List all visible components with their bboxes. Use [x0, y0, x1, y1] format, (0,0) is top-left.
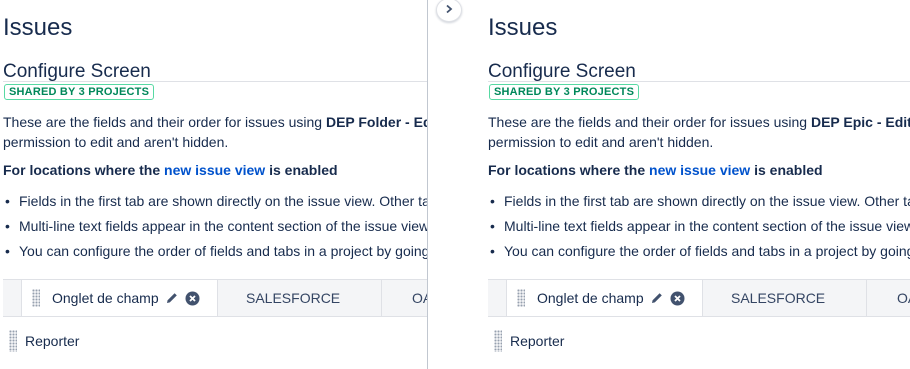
description-line-2: permission to edit and aren't hidden. [488, 134, 714, 150]
drag-handle-icon[interactable] [32, 289, 40, 307]
screen-name: DEP Folder [325, 114, 402, 130]
screen-tabs-bar: Onglet de champ SALESFORCE OA [3, 279, 427, 317]
description-line-1: These are the fields and their order for… [488, 114, 910, 130]
new-issue-view-link[interactable]: new issue view [164, 162, 265, 178]
info-bullet-list: Fields in the first tab are shown direct… [3, 191, 427, 266]
configure-screen-heading: Configure Screen [3, 61, 151, 82]
drag-handle-icon[interactable] [9, 330, 17, 352]
bullet-item: Fields in the first tab are shown direct… [490, 191, 910, 216]
new-issue-view-link[interactable]: new issue view [649, 162, 750, 178]
heading-divider [3, 81, 427, 82]
tab-label: Onglet de champ [537, 290, 644, 306]
close-circle-icon[interactable] [185, 291, 200, 306]
heading-divider [488, 81, 910, 82]
locations-suffix: is enabled [265, 162, 338, 178]
page-title: Issues [488, 14, 558, 41]
screen-mode: Edit [413, 114, 427, 130]
chevron-right-icon [444, 1, 454, 19]
locations-suffix: is enabled [750, 162, 823, 178]
description-prefix: These are the fields and their order for… [3, 114, 326, 130]
description-prefix: These are the fields and their order for… [488, 114, 811, 130]
configure-screen-heading: Configure Screen [488, 61, 636, 82]
bullet-item: Multi-line text fields appear in the con… [5, 216, 427, 241]
bullet-item: You can configure the order of fields an… [5, 241, 427, 266]
tab-oa[interactable]: OA [382, 280, 427, 316]
bullet-item: Multi-line text fields appear in the con… [490, 216, 910, 241]
shared-projects-badge[interactable]: SHARED BY 3 PROJECTS [4, 84, 155, 100]
locations-prefix: For locations where the [488, 162, 650, 178]
screen-mode: Edit [885, 114, 910, 130]
field-row-reporter[interactable]: Reporter [9, 330, 79, 352]
drag-handle-icon[interactable] [517, 289, 525, 307]
locations-heading: For locations where the new issue view i… [488, 162, 823, 178]
tab-onglet-de-champ[interactable]: Onglet de champ [21, 280, 218, 316]
screen-tabs-bar: Onglet de champ SALESFORCE OA [488, 279, 910, 317]
pencil-icon[interactable] [650, 291, 664, 305]
tab-label: Onglet de champ [52, 290, 159, 306]
field-label: Reporter [25, 333, 80, 349]
info-bullet-list: Fields in the first tab are shown direct… [488, 191, 910, 266]
screen-name: DEP Epic [810, 114, 873, 130]
locations-prefix: For locations where the [3, 162, 165, 178]
pencil-icon[interactable] [165, 291, 179, 305]
right-pane: Issues Configure Screen SHARED BY 3 PROJ… [428, 0, 910, 369]
tab-oa[interactable]: OA [867, 280, 910, 316]
page-title: Issues [3, 14, 73, 41]
drag-handle-icon[interactable] [494, 330, 502, 352]
description-line-1: These are the fields and their order for… [3, 112, 427, 132]
tab-salesforce[interactable]: SALESFORCE [701, 280, 867, 316]
locations-heading: For locations where the new issue view i… [3, 162, 338, 178]
bullet-item: Fields in the first tab are shown direct… [5, 191, 427, 216]
field-label: Reporter [510, 333, 565, 349]
left-pane: Issues Configure Screen SHARED BY 3 PROJ… [0, 0, 427, 369]
screen-description: These are the fields and their order for… [3, 112, 427, 152]
close-circle-icon[interactable] [670, 291, 685, 306]
bullet-item: You can configure the order of fields an… [490, 241, 910, 266]
shared-projects-badge[interactable]: SHARED BY 3 PROJECTS [489, 84, 640, 100]
field-row-reporter[interactable]: Reporter [494, 330, 564, 352]
screen-description: These are the fields and their order for… [488, 112, 910, 152]
tab-salesforce[interactable]: SALESFORCE [216, 280, 382, 316]
description-line-2: permission to edit and aren't hidden. [3, 134, 229, 150]
tab-onglet-de-champ[interactable]: Onglet de champ [506, 280, 703, 316]
